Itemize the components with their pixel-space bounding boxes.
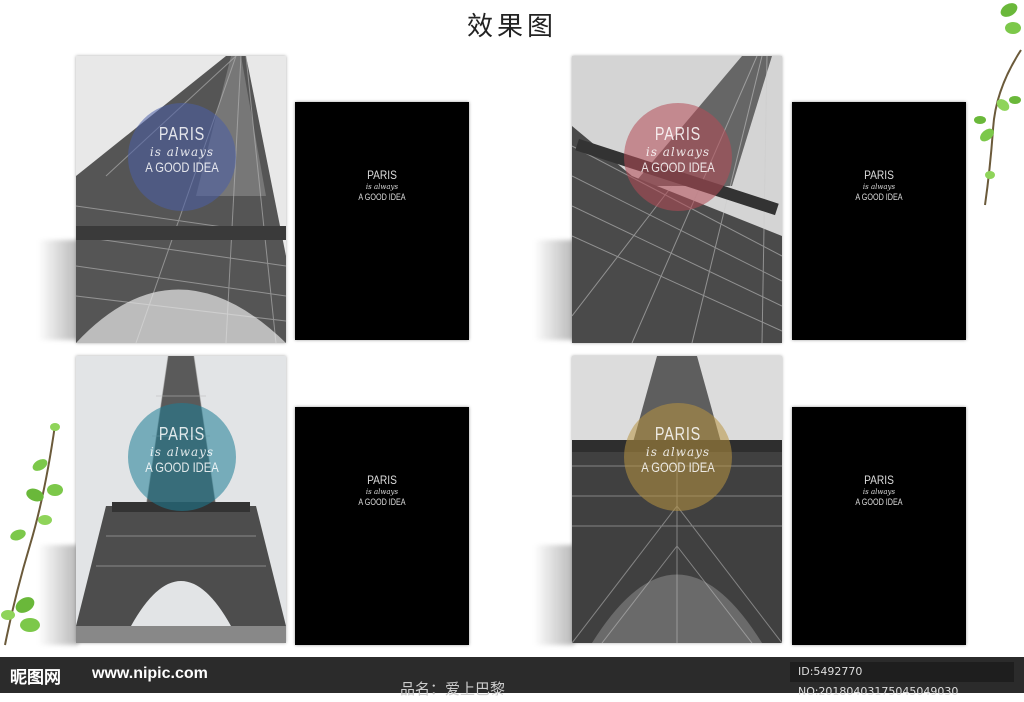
back-cover-text: PARIS is always A GOOD IDEA (855, 473, 903, 507)
notebook-front-cover-4: PARIS is always A GOOD IDEA (572, 356, 782, 643)
notebook-back-cover-1: PARIS is always A GOOD IDEA (295, 102, 469, 340)
product-name: 品名：爱上巴黎 (400, 680, 506, 698)
cover-title: PARIS is always A GOOD IDEA (641, 124, 715, 175)
site-logo: 昵图网 (10, 668, 61, 688)
notebook-front-cover-2: PARIS is always A GOOD IDEA (572, 56, 782, 343)
cover-title: PARIS is always A GOOD IDEA (641, 424, 715, 475)
leaf-branch-decoration (1, 423, 63, 646)
cover-shadow (38, 240, 78, 340)
site-url: www.nipic.com (92, 665, 208, 682)
leaf-branch-decoration (974, 3, 1022, 206)
notebook-back-cover-3: PARIS is always A GOOD IDEA (295, 407, 469, 645)
notebook-front-cover-1: PARIS is always A GOOD IDEA (76, 56, 286, 343)
page-title: 效果图 (466, 12, 557, 42)
back-cover-text: PARIS is always A GOOD IDEA (358, 473, 406, 507)
cover-title: PARIS is always A GOOD IDEA (145, 424, 219, 475)
cover-title: PARIS is always A GOOD IDEA (145, 124, 219, 175)
back-cover-text: PARIS is always A GOOD IDEA (358, 168, 406, 202)
notebook-back-cover-2: PARIS is always A GOOD IDEA (792, 102, 966, 340)
back-cover-text: PARIS is always A GOOD IDEA (855, 168, 903, 202)
notebook-front-cover-3: PARIS is always A GOOD IDEA (76, 356, 286, 643)
watermark-footer: 昵图网 www.nipic.com 品名：爱上巴黎 ID:5492770 NO:… (0, 657, 1024, 698)
image-id-label: ID:5492770 NO:20180403175045049030 (790, 662, 1014, 698)
cover-shadow (534, 240, 574, 340)
notebook-back-cover-4: PARIS is always A GOOD IDEA (792, 407, 966, 645)
cover-shadow (534, 545, 574, 645)
